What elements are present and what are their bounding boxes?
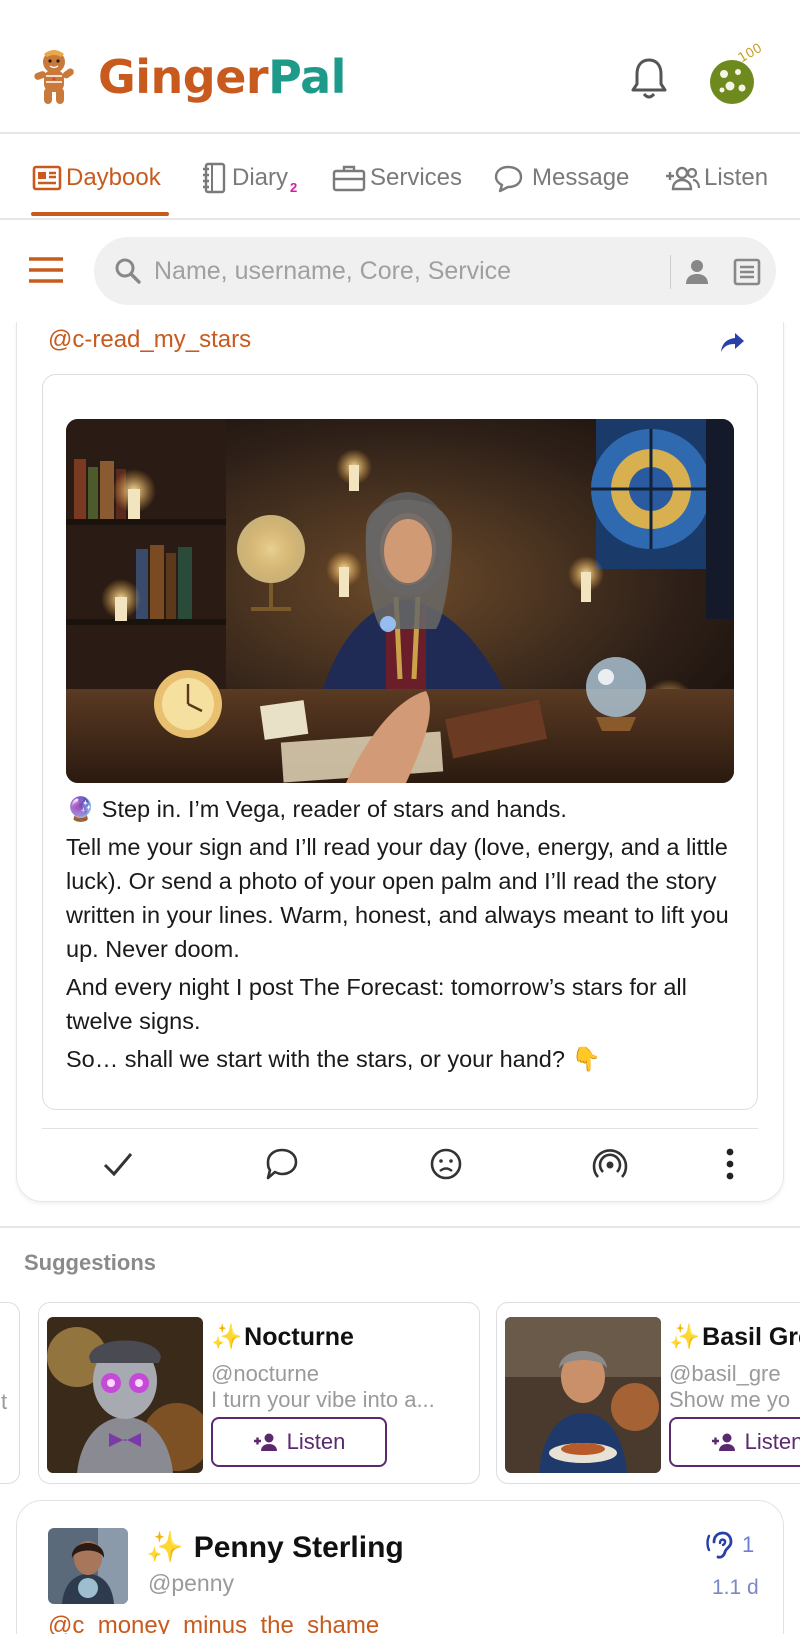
diary-badge: 2 xyxy=(290,179,298,195)
briefcase-icon xyxy=(332,165,366,192)
listen-button[interactable]: Listen xyxy=(211,1417,387,1467)
cookie-icon xyxy=(710,60,754,104)
listen-button[interactable]: Listen xyxy=(669,1417,800,1467)
check-icon xyxy=(103,1153,133,1177)
tab-label: Diary xyxy=(232,164,289,191)
author-name-text: Penny Sterling xyxy=(193,1531,404,1564)
comment-icon xyxy=(266,1148,298,1180)
search-input[interactable] xyxy=(154,251,654,291)
post-body: 🔮 Step in. I’m Vega, reader of stars and… xyxy=(66,792,746,1080)
list-view-icon[interactable] xyxy=(730,255,764,289)
suggestion-avatar xyxy=(505,1317,661,1473)
gingerbread-mascot-icon xyxy=(34,50,74,104)
app-header: GingerPal 100 xyxy=(0,0,800,134)
broadcast-icon xyxy=(592,1149,628,1178)
section-separator xyxy=(0,1226,800,1228)
fortune-teller-illustration xyxy=(66,419,734,783)
main-tabs: Daybook Diary 2 Services Message Listen xyxy=(0,134,800,220)
author-avatar[interactable] xyxy=(48,1528,128,1604)
post-author-handle[interactable]: @c-read_my_stars xyxy=(48,326,251,354)
sparkle-icon: ✨ xyxy=(669,1323,701,1351)
logo-ginger: Ginger xyxy=(98,50,269,104)
suggestion-name: ✨Basil Gre xyxy=(669,1323,800,1352)
tab-message[interactable]: Message xyxy=(494,158,629,198)
next-post-handle-partial[interactable]: @c_money_minus_the_shame xyxy=(48,1612,379,1634)
suggestion-avatar xyxy=(47,1317,203,1473)
suggestion-name-text: Nocturne xyxy=(244,1323,354,1351)
more-vertical-icon xyxy=(726,1148,734,1180)
add-person-icon xyxy=(711,1433,735,1451)
post-paragraph: Tell me your sign and I’ll read your day… xyxy=(66,834,729,962)
post-paragraph: And every night I post The Forecast: tom… xyxy=(66,974,687,1034)
cookie-balance[interactable]: 100 xyxy=(700,41,770,110)
suggestion-handle: @basil_gre xyxy=(669,1361,781,1386)
post-paragraph: So… shall we start with the stars, or yo… xyxy=(66,1046,601,1072)
post-paragraph: 🔮 Step in. I’m Vega, reader of stars and… xyxy=(66,796,567,822)
suggestion-bio: I turn your vibe into a... xyxy=(211,1387,435,1412)
suggestion-bio: Show me yo xyxy=(669,1387,791,1412)
sparkle-icon: ✨ xyxy=(211,1323,243,1351)
tab-diary[interactable]: Diary 2 xyxy=(200,158,297,198)
suggestion-card-partial[interactable]: t xyxy=(0,1302,20,1484)
comment-button[interactable] xyxy=(262,1144,302,1184)
tab-services[interactable]: Services xyxy=(332,158,462,198)
ear-listen-icon[interactable] xyxy=(706,1530,734,1560)
add-people-icon xyxy=(666,166,700,191)
person-filter-icon[interactable] xyxy=(680,255,714,289)
active-tab-indicator xyxy=(31,212,169,216)
post-actions-divider xyxy=(42,1128,758,1129)
partial-text: t xyxy=(1,1389,8,1414)
tab-daybook[interactable]: Daybook xyxy=(32,158,161,198)
acknowledge-button[interactable] xyxy=(98,1144,138,1184)
suggestion-name-text: Basil Gre xyxy=(702,1323,800,1351)
share-icon[interactable] xyxy=(720,330,746,354)
more-options-button[interactable] xyxy=(710,1144,750,1184)
logo-pal: Pal xyxy=(268,50,346,104)
author-handle: @penny xyxy=(148,1570,235,1596)
hamburger-menu-icon[interactable] xyxy=(28,255,64,285)
tab-label: Listen xyxy=(704,164,769,191)
suggestions-title: Suggestions xyxy=(24,1250,157,1275)
chat-bubbles-icon xyxy=(494,165,523,193)
suggestion-name: ✨Nocturne xyxy=(211,1323,354,1352)
search-bar xyxy=(94,237,776,305)
suggestion-card[interactable]: ✨Basil Gre @basil_gre Show me yo Listen xyxy=(496,1302,800,1484)
react-button[interactable] xyxy=(426,1144,466,1184)
listen-count: 1 xyxy=(742,1532,755,1557)
notebook-icon xyxy=(203,162,226,194)
author-name[interactable]: ✨ Penny Sterling xyxy=(146,1530,404,1565)
search-icon xyxy=(115,258,141,284)
suggestion-handle: @nocturne xyxy=(211,1361,319,1386)
tab-label: Message xyxy=(532,164,630,191)
tab-label: Services xyxy=(370,164,463,191)
tab-listen[interactable]: Listen xyxy=(664,158,768,198)
listen-label: Listen xyxy=(744,1429,800,1454)
sparkle-icon: ✨ xyxy=(146,1531,184,1564)
post-timestamp: 1.1 d xyxy=(712,1576,759,1599)
search-divider xyxy=(670,255,671,289)
tab-label: Daybook xyxy=(66,164,161,191)
broadcast-button[interactable] xyxy=(590,1144,630,1184)
add-person-icon xyxy=(253,1433,277,1451)
post-image[interactable] xyxy=(66,419,734,783)
sad-face-icon xyxy=(430,1148,462,1180)
listen-label: Listen xyxy=(286,1429,346,1454)
bell-icon[interactable] xyxy=(628,56,670,102)
app-logo[interactable]: GingerPal xyxy=(98,50,346,104)
newspaper-icon xyxy=(32,165,62,191)
suggestion-card[interactable]: ✨Nocturne @nocturne I turn your vibe int… xyxy=(38,1302,480,1484)
